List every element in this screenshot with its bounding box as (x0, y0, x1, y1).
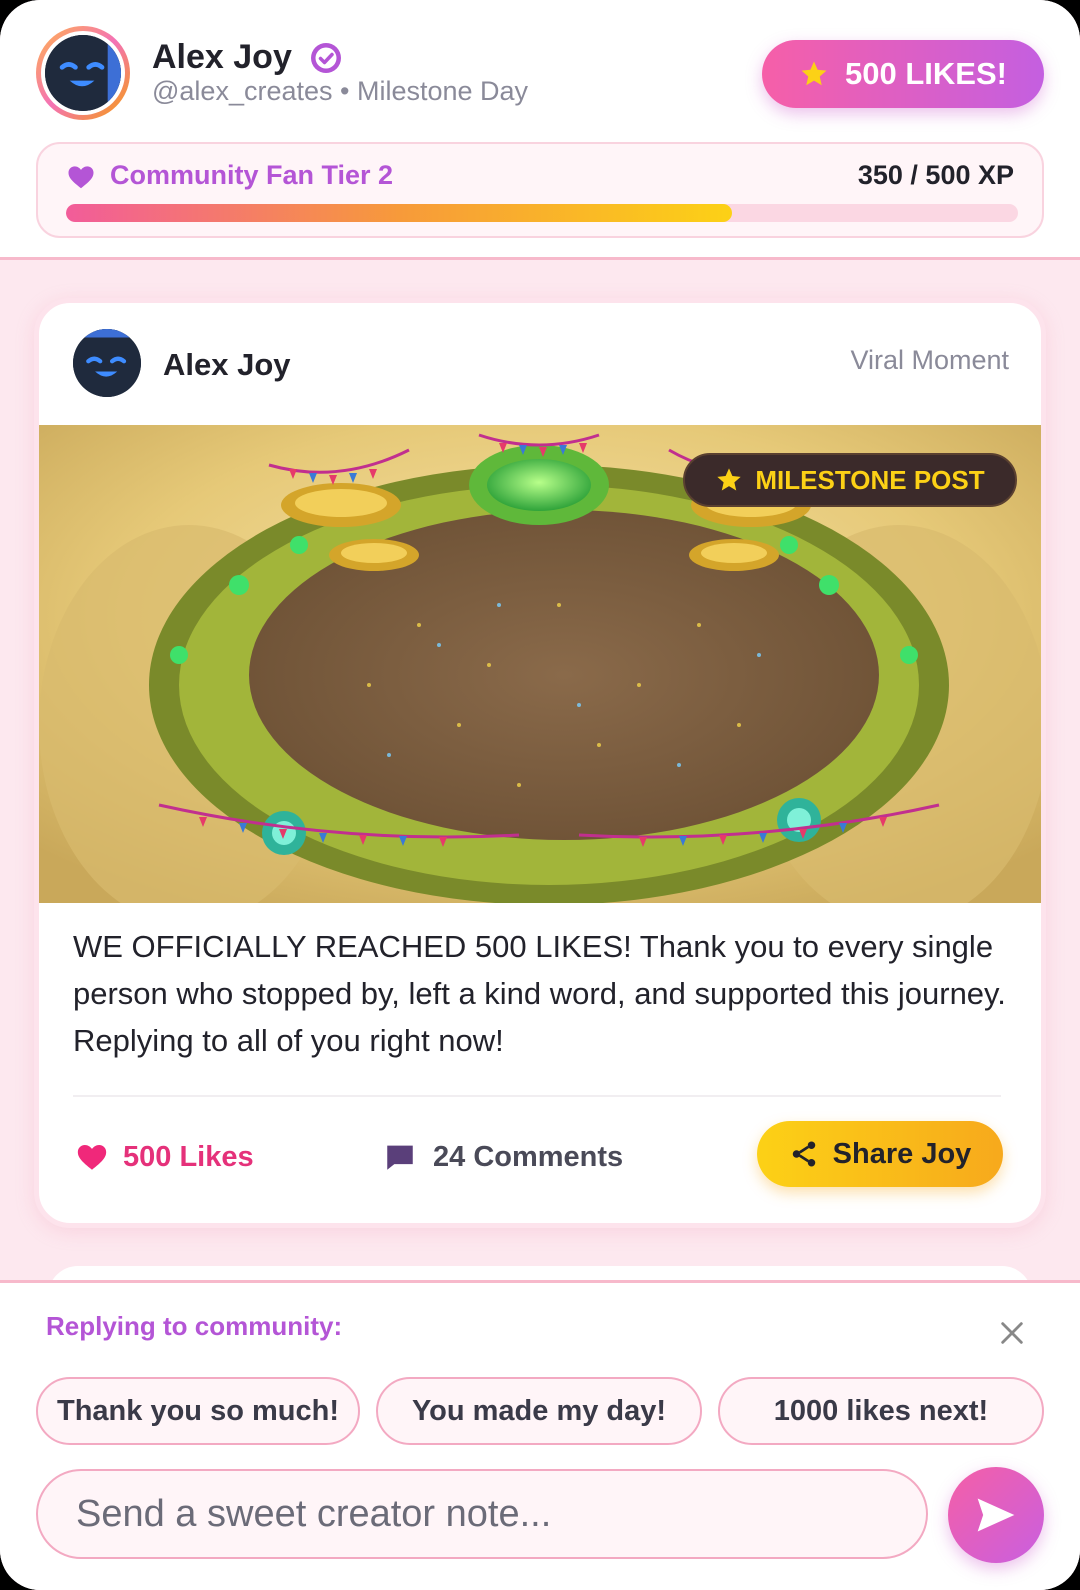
creator-note-input[interactable] (36, 1469, 928, 1559)
heart-icon (68, 166, 94, 189)
likes-milestone-badge[interactable]: 500 LIKES! (762, 40, 1044, 108)
share-joy-button[interactable]: Share Joy (757, 1121, 1003, 1187)
comments-button[interactable]: 24 Comments (383, 1127, 623, 1187)
like-button[interactable]: 500 Likes (75, 1127, 254, 1187)
post-avatar[interactable] (73, 329, 141, 397)
post-author: Alex Joy (163, 347, 291, 382)
suggestion-chip[interactable]: 1000 likes next! (718, 1377, 1044, 1445)
profile-name: Alex Joy (152, 38, 292, 76)
close-icon[interactable] (998, 1319, 1026, 1347)
suggestion-chip[interactable]: Thank you so much! (36, 1377, 360, 1445)
heart-icon (77, 1144, 107, 1170)
star-icon (801, 61, 827, 86)
xp-progress-card: Community Fan Tier 2 350 / 500 XP (36, 142, 1044, 238)
post-tag: Viral Moment (850, 345, 1009, 375)
app-screen: Alex Joy @alex_creates • Milestone Day 5… (0, 0, 1080, 1590)
profile-header: Alex Joy @alex_creates • Milestone Day 5… (0, 0, 1080, 260)
post-text: WE OFFICIALLY REACHED 500 LIKES! Thank y… (73, 929, 1006, 1058)
xp-value: 350 / 500 XP (857, 160, 1014, 190)
xp-tier-label: Community Fan Tier 2 (110, 160, 394, 190)
avatar-face-icon (45, 35, 121, 111)
likes-badge-label: 500 LIKES! (845, 56, 1007, 91)
comment-icon (387, 1145, 413, 1170)
suggestion-chip[interactable]: You made my day! (376, 1377, 702, 1445)
avatar-face-icon (73, 329, 141, 397)
send-button[interactable] (948, 1467, 1044, 1563)
post-divider (73, 1095, 1001, 1097)
profile-handle: @alex_creates • Milestone Day (152, 76, 529, 106)
likes-count: 500 Likes (123, 1140, 254, 1173)
verified-icon (311, 43, 341, 73)
reply-label: Replying to community: (46, 1311, 343, 1341)
send-icon (977, 1498, 1015, 1532)
xp-progress-bar (66, 204, 1018, 222)
xp-progress-fill (66, 204, 733, 222)
milestone-post-badge: MILESTONE POST (683, 453, 1017, 507)
star-icon (717, 468, 742, 491)
post-card: Alex Joy Viral Moment MILESTONE POST WE … (34, 298, 1046, 1228)
profile-avatar[interactable] (36, 26, 130, 120)
share-icon (792, 1141, 815, 1167)
reply-panel: Replying to community: Thank you so much… (0, 1280, 1080, 1590)
share-label: Share Joy (832, 1137, 972, 1170)
comments-count: 24 Comments (433, 1140, 624, 1173)
milestone-badge-label: MILESTONE POST (755, 464, 985, 495)
